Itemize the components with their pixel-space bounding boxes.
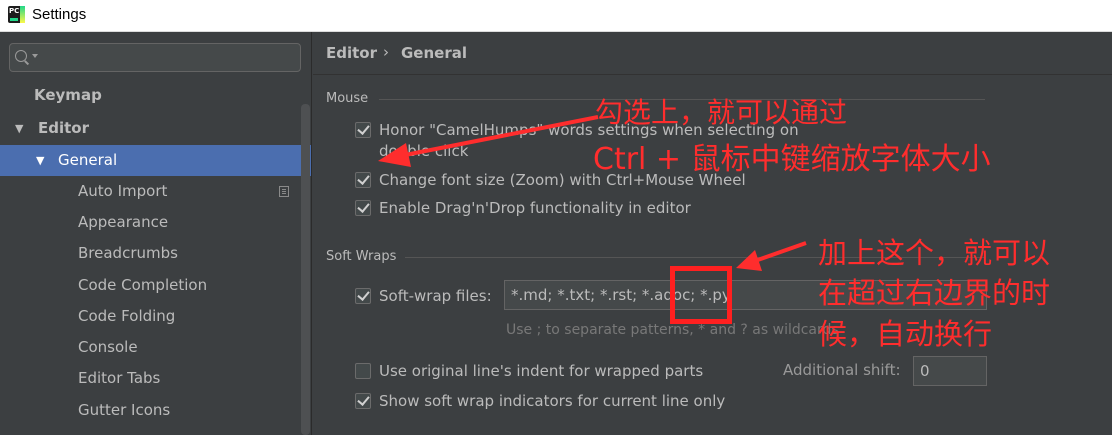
breadcrumb-parent[interactable]: Editor <box>326 44 377 62</box>
search-history-dropdown-icon[interactable] <box>32 54 38 58</box>
original-indent-label: Use original line's indent for wrapped p… <box>379 362 704 380</box>
wrap-indicators-label: Show soft wrap indicators for current li… <box>379 392 726 410</box>
sidebar-scrollbar[interactable] <box>301 104 310 435</box>
sidebar-item-appearance[interactable]: Appearance <box>0 207 300 238</box>
additional-shift-field[interactable]: 0 <box>913 356 987 386</box>
sidebar-item-label: Editor Tabs <box>78 369 161 387</box>
sidebar-item-label: Breadcrumbs <box>78 244 178 262</box>
sidebar-item-label: Appearance <box>78 213 169 231</box>
app-icon-text: PC <box>9 7 20 15</box>
drag-drop-label: Enable Drag'n'Drop functionality in edit… <box>379 199 691 217</box>
original-indent-option[interactable]: Use original line's indent for wrapped p… <box>355 359 715 383</box>
pycharm-app-icon: PC <box>8 6 25 23</box>
search-input[interactable] <box>9 43 301 72</box>
drag-drop-option[interactable]: Enable Drag'n'Drop functionality in edit… <box>355 196 755 220</box>
sidebar-item-gutter-icons[interactable]: Gutter Icons <box>0 395 300 426</box>
window-titlebar: PC Settings <box>0 0 1112 32</box>
expand-arrow-icon[interactable]: ▼ <box>36 145 44 176</box>
soft-wrap-files-label: Soft-wrap files: <box>379 287 492 305</box>
wrap-indicators-option[interactable]: Show soft wrap indicators for current li… <box>355 389 735 413</box>
annotation-wrap-line2: 在超过右边界的时 <box>818 276 1051 310</box>
annotation-zoom-line2: Ctrl + 鼠标中键缩放字体大小 <box>593 142 991 177</box>
sidebar-item-code-completion[interactable]: Code Completion <box>0 270 300 301</box>
sidebar-item-auto-import[interactable]: Auto Import <box>0 176 300 207</box>
expand-arrow-icon[interactable]: ▼ <box>15 113 23 144</box>
settings-sidebar: Keymap ▼ Editor ▼ General Auto Import Ap… <box>0 32 312 435</box>
sidebar-item-keymap[interactable]: Keymap <box>0 80 300 111</box>
zoom-checkbox[interactable] <box>355 172 371 188</box>
annotation-wrap-line1: 加上这个，就可以 <box>818 236 1051 270</box>
page-title: General <box>401 44 467 62</box>
sidebar-item-breadcrumbs[interactable]: Breadcrumbs <box>0 238 300 269</box>
soft-wrap-files-hint: Use ; to separate patterns, * and ? as w… <box>506 322 839 338</box>
sidebar-item-editor[interactable]: ▼ Editor <box>0 113 300 144</box>
sidebar-item-editor-tabs[interactable]: Editor Tabs <box>0 363 300 394</box>
breadcrumb: Editor › General <box>313 32 1112 75</box>
window-title: Settings <box>32 6 87 23</box>
sidebar-item-console[interactable]: Console <box>0 332 300 363</box>
search-icon <box>15 50 27 62</box>
additional-shift-label: Additional shift: <box>783 361 901 379</box>
drag-drop-checkbox[interactable] <box>355 200 371 216</box>
section-title-soft-wraps: Soft Wraps <box>326 249 397 264</box>
sidebar-item-label: Auto Import <box>78 182 168 200</box>
camelhumps-checkbox[interactable] <box>355 122 371 138</box>
annotation-zoom-line1: 勾选上，就可以通过 <box>595 96 848 129</box>
sidebar-item-label: General <box>58 151 118 169</box>
breadcrumb-separator: › <box>383 43 389 61</box>
sidebar-item-label: Keymap <box>34 86 102 104</box>
sidebar-item-label: Code Folding <box>78 307 176 325</box>
highlight-py-box <box>670 266 732 324</box>
sidebar-item-label: Console <box>78 338 138 356</box>
camelhumps-label-line2: double click <box>379 142 469 160</box>
sidebar-item-general[interactable]: ▼ General <box>0 145 311 176</box>
section-title-mouse: Mouse <box>326 91 369 106</box>
soft-wrap-files-option[interactable]: Soft-wrap files: <box>355 284 505 308</box>
sidebar-item-code-folding[interactable]: Code Folding <box>0 301 300 332</box>
annotation-wrap-line3: 候，自动换行 <box>818 317 993 351</box>
sidebar-item-label: Gutter Icons <box>78 401 171 419</box>
original-indent-checkbox[interactable] <box>355 363 371 379</box>
sidebar-item-label: Code Completion <box>78 276 208 294</box>
soft-wrap-files-checkbox[interactable] <box>355 288 371 304</box>
project-settings-copy-icon <box>279 186 289 197</box>
sidebar-item-label: Editor <box>38 119 89 137</box>
wrap-indicators-checkbox[interactable] <box>355 393 371 409</box>
